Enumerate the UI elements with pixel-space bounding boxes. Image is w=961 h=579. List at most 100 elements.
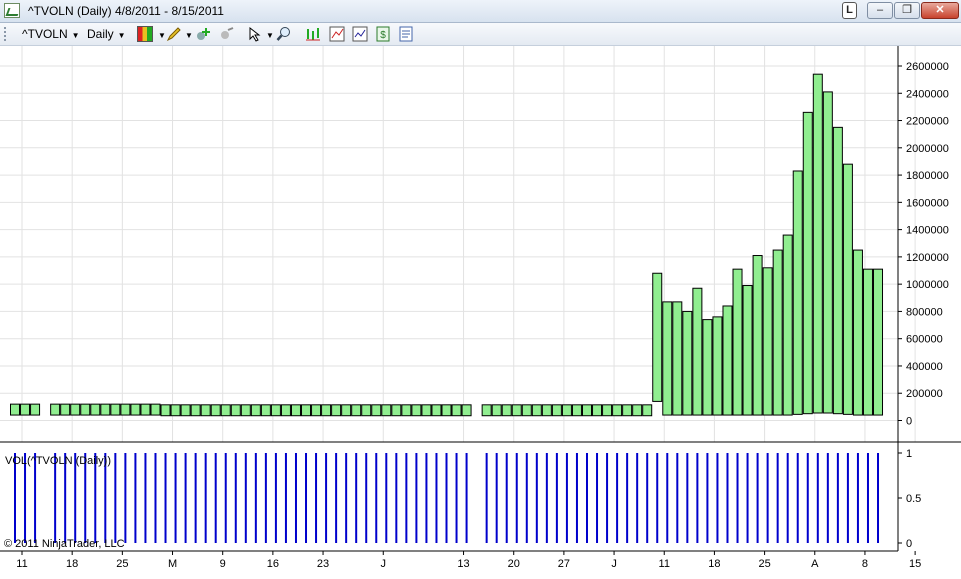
price-bar [20,403,31,416]
price-bar [431,404,442,417]
close-button[interactable]: ✕ [921,2,959,19]
price-bar [150,403,161,416]
properties-icon[interactable] [398,26,414,42]
price-bar [290,404,301,417]
strategies-icon[interactable] [352,26,368,42]
price-axis[interactable]: 0 200000 400000 600000 800000 1000000 1200000 1… [898,61,949,428]
price-bar [873,268,884,416]
price-bar [652,272,663,402]
price-bar [722,305,733,416]
price-bar [240,404,251,417]
price-bar [280,404,291,417]
price-tick-label: 600000 [906,334,943,346]
price-bar [10,403,20,416]
drawing-pencil-icon[interactable] [166,26,182,42]
price-bar [200,404,211,417]
price-bar [732,268,743,416]
zoom-icon[interactable] [276,26,292,42]
price-bar [381,404,392,417]
price-tick-label: 1200000 [906,252,949,264]
maximize-button[interactable]: ❐ [894,2,920,19]
chart-panel[interactable]: 0 200000 400000 600000 800000 1000000 1200000 1… [0,46,961,579]
price-bar [782,234,793,416]
price-bar [812,73,823,414]
chevron-down-icon: ▼ [266,31,274,40]
time-tick-label: 20 [508,558,520,570]
minimize-button[interactable]: – [867,2,893,19]
time-tick-label: 13 [457,558,469,570]
link-button[interactable]: L [842,2,857,19]
time-tick-label: 11 [16,558,27,570]
price-bar [130,403,141,416]
price-bar [190,404,201,417]
time-axis[interactable]: 11 18 25 M 9 16 23 J 13 20 27 J 11 18 25 A 8 15 [16,551,921,570]
price-bar [170,404,181,417]
price-bar [371,404,382,417]
price-bar [411,404,422,417]
price-bar [461,404,472,417]
price-bar [160,404,171,417]
volume-axis[interactable]: 00.51 [898,448,921,550]
time-tick-label: 15 [909,558,921,570]
price-bar [331,404,342,417]
svg-text:$: $ [380,30,386,41]
price-bar [491,404,502,417]
pointer-icon[interactable] [247,26,263,42]
time-tick-label: 27 [558,558,570,570]
price-tick-label: 1400000 [906,225,949,237]
price-bar [361,404,372,417]
price-bar [581,404,592,417]
time-tick-label: M [168,558,177,570]
indicators-icon[interactable] [329,26,345,42]
price-bar [60,403,71,416]
instrument-selector[interactable]: ^TVOLN ▼ [22,26,80,42]
chart-app-icon [4,3,20,18]
pointer-dropdown[interactable]: ▼ [262,26,274,42]
price-bar [632,404,643,417]
dollar-icon[interactable]: $ [375,26,391,42]
time-tick-label: A [811,558,819,570]
remove-indicator-icon[interactable] [218,26,234,42]
price-bar [321,404,332,417]
price-bar [511,404,522,417]
price-bar [762,267,773,416]
time-tick-label: 11 [659,558,670,570]
bar-color-dropdown[interactable]: ▼ [154,26,166,42]
data-series-icon[interactable] [305,26,321,42]
chevron-down-icon: ▼ [158,31,166,40]
chevron-down-icon: ▼ [117,31,126,40]
chevron-down-icon: ▼ [185,31,193,40]
price-bar [70,403,81,416]
instrument-label: ^TVOLN [22,27,68,41]
price-bar [421,404,432,417]
price-bar [551,404,562,417]
toolbar-grip-icon[interactable] [4,27,8,41]
volume-tick-label: 0.5 [906,493,921,505]
interval-selector[interactable]: Daily ▼ [87,26,126,42]
price-bar [682,310,693,416]
price-bar [602,404,613,417]
price-bar [311,404,322,417]
price-tick-label: 800000 [906,306,943,318]
price-bar [852,249,863,416]
bar-color-icon[interactable] [137,26,153,42]
price-bar [612,404,623,417]
price-bar [862,268,873,416]
time-tick-label: 25 [758,558,770,570]
price-tick-label: 0 [906,416,912,428]
price-tick-label: 2400000 [906,88,949,100]
price-bar [351,404,362,417]
add-indicator-icon[interactable] [195,26,211,42]
time-tick-label: 18 [66,558,78,570]
price-bar [832,126,843,415]
price-bar [341,404,352,417]
price-bar [180,404,191,417]
price-bar [210,404,221,417]
price-bar [531,404,542,417]
drawing-tools-dropdown[interactable]: ▼ [181,26,193,42]
price-bar [441,404,452,417]
price-bar [622,404,633,417]
price-bar [802,111,813,415]
price-bar [250,404,261,417]
time-tick-label: 25 [116,558,128,570]
